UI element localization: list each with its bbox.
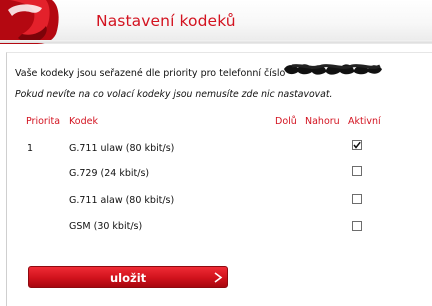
codec-note: Pokud nevíte na co volací kodeky jsou ne… [15, 89, 333, 100]
row-codec: G.711 alaw (80 kbit/s) [69, 195, 175, 206]
checkmark-icon [353, 141, 361, 149]
column-header-down: Dolů [275, 116, 297, 127]
save-button[interactable]: uložit [28, 266, 228, 288]
arrow-right-icon [214, 272, 223, 283]
save-button-label: uložit [110, 271, 147, 285]
active-checkbox[interactable] [352, 221, 362, 231]
page-title: Nastavení kodeků [96, 12, 236, 30]
page-header: Nastavení kodeků [0, 0, 432, 44]
codec-priority-info: Vaše kodeky jsou seřazené dle priority p… [15, 68, 286, 79]
header-divider [0, 40, 432, 43]
active-checkbox[interactable] [352, 166, 362, 176]
column-header-up: Nahoru [305, 116, 340, 127]
column-header-active: Aktivní [348, 116, 381, 127]
row-codec: G.711 ulaw (80 kbit/s) [69, 143, 175, 154]
active-checkbox[interactable] [352, 140, 362, 150]
column-header-priority: Priorita [26, 116, 61, 127]
row-priority: 1 [27, 143, 34, 154]
red-telephone-handset-logo [0, 0, 59, 44]
active-checkbox[interactable] [352, 194, 362, 204]
column-header-codec: Kodek [69, 116, 98, 127]
row-codec: G.729 (24 kbit/s) [69, 168, 150, 179]
row-codec: GSM (30 kbit/s) [69, 221, 143, 232]
redacted-phone-number [284, 64, 382, 75]
